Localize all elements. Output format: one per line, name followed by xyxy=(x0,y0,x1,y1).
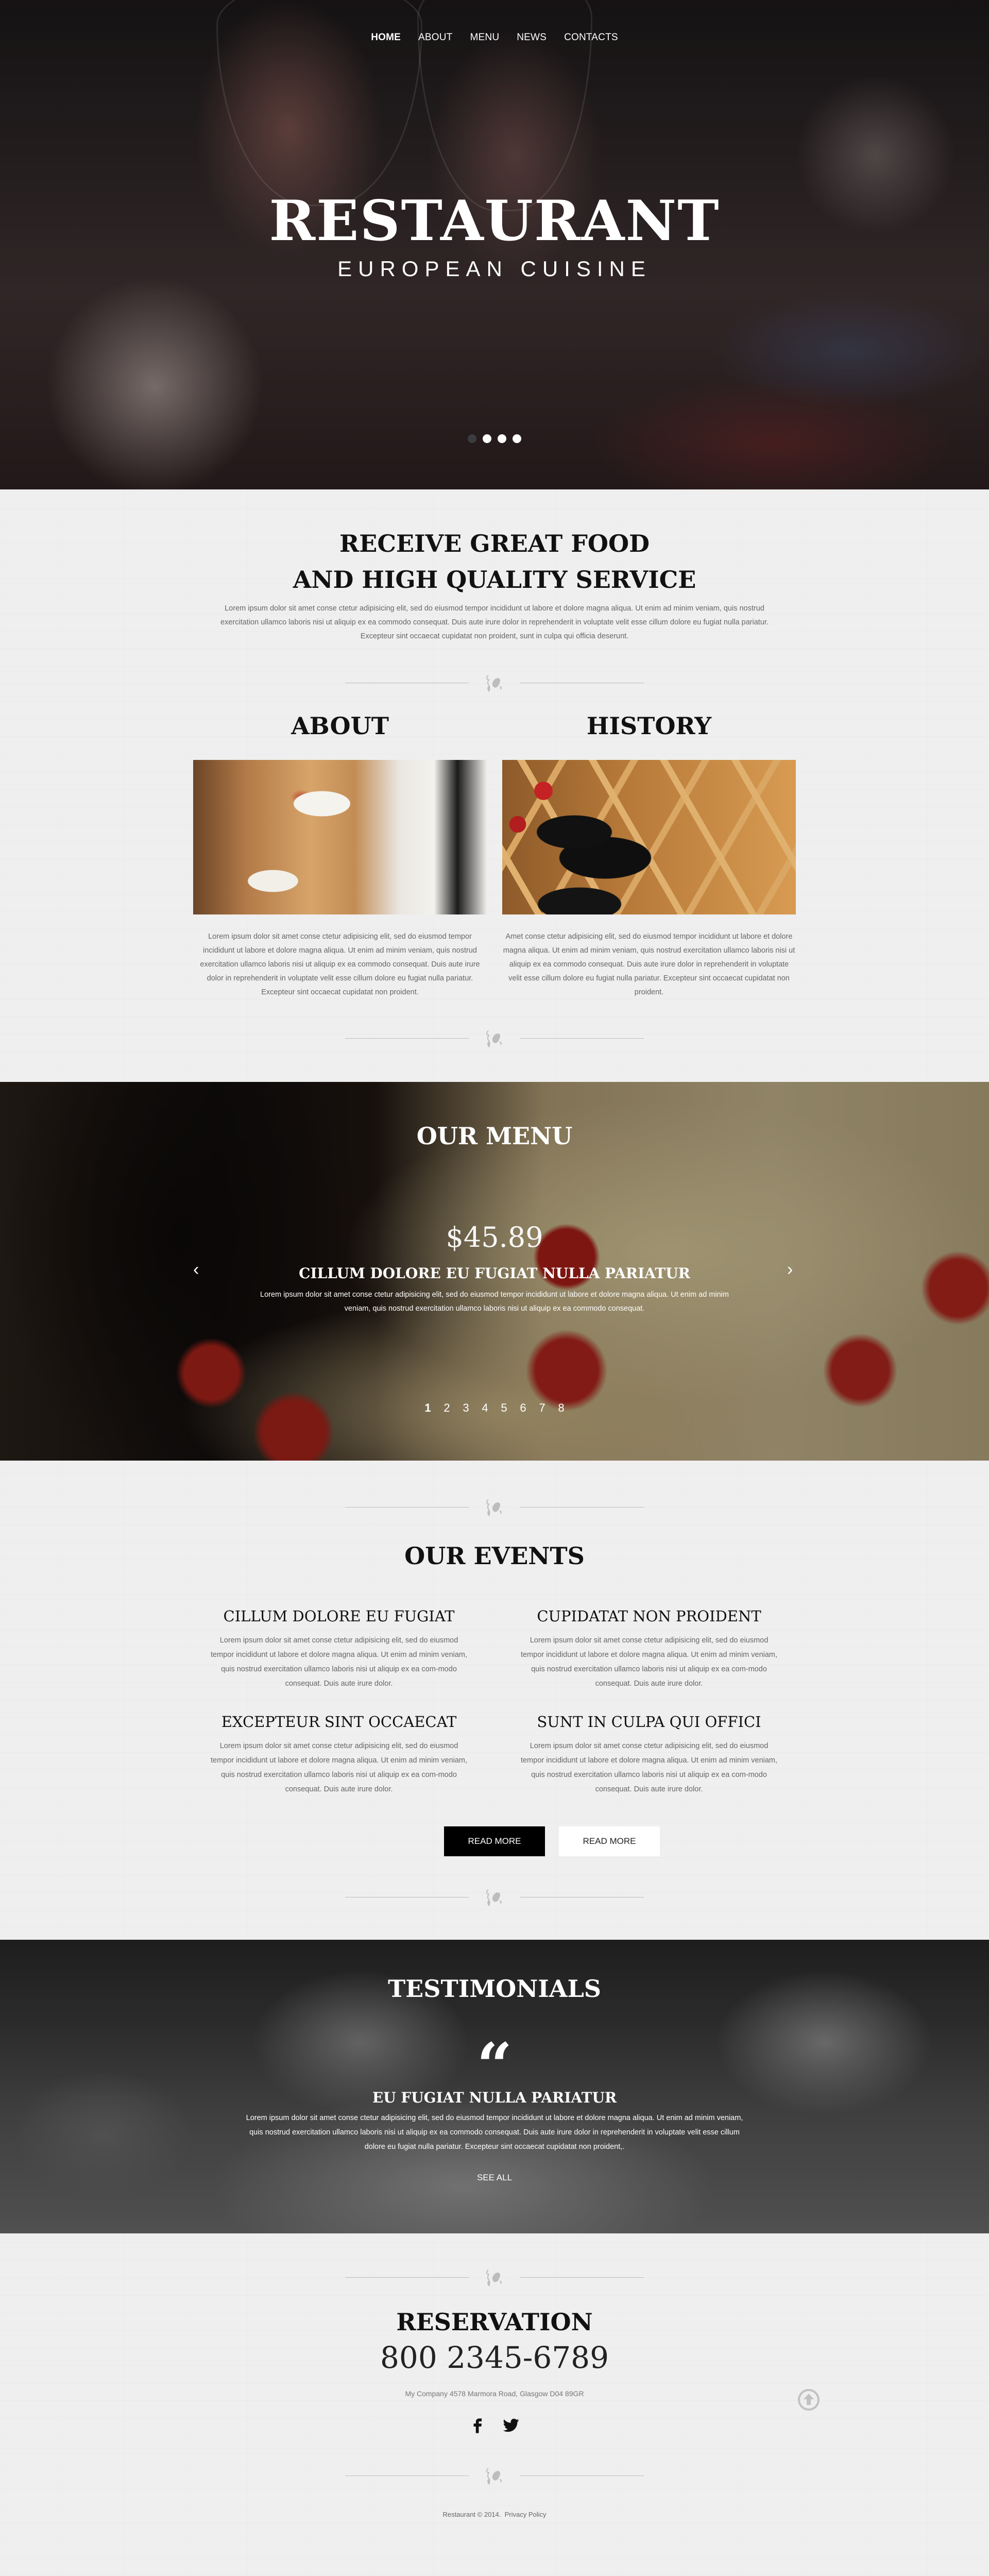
slider-pagination xyxy=(0,434,989,443)
menu-page-7[interactable]: 7 xyxy=(538,1401,547,1415)
menu-page-5[interactable]: 5 xyxy=(500,1401,509,1415)
footer: Restaurant © 2014. Privacy Policy xyxy=(0,2511,989,2518)
nav-item-about[interactable]: ABOUT xyxy=(410,32,461,43)
menu-pagination: 1 2 3 4 5 6 7 8 xyxy=(0,1401,989,1415)
reservation-title: RESERVATION xyxy=(396,2308,593,2336)
events-section: OUR EVENTS CILLUM DOLORE EU FUGIAT Lorem… xyxy=(0,1461,989,1940)
intro-title: RECEIVE GREAT FOOD AND HIGH QUALITY SERV… xyxy=(0,526,989,598)
nav-item-menu[interactable]: MENU xyxy=(462,32,508,43)
intro-section: RECEIVE GREAT FOOD AND HIGH QUALITY SERV… xyxy=(0,489,989,1082)
ornament-divider xyxy=(345,1887,644,1907)
intro-title-line1: RECEIVE GREAT FOOD xyxy=(339,530,650,557)
testimonials-title: TESTIMONIALS xyxy=(387,1975,602,2003)
footer-copyright: Restaurant © 2014. xyxy=(442,2511,501,2518)
menu-page-4[interactable]: 4 xyxy=(481,1401,490,1415)
menu-item-text: Lorem ipsum dolor sit amet conse ctetur … xyxy=(260,1291,729,1313)
history-text: Amet conse ctetur adipisicing elit, sed … xyxy=(503,933,795,996)
menu-page-3[interactable]: 3 xyxy=(462,1401,471,1415)
menu-slider: OUR MENU $45.89 ‹ › CILLUM DOLORE EU FUG… xyxy=(0,1082,989,1461)
about-title: ABOUT xyxy=(291,712,389,740)
privacy-policy-link[interactable]: Privacy Policy xyxy=(505,2511,547,2518)
menu-title: OUR MENU xyxy=(416,1122,573,1150)
hero-title: RESTAURANT xyxy=(269,189,720,253)
event-text: Lorem ipsum dolor sit amet conse ctetur … xyxy=(210,1636,468,1688)
menu-item-title: CILLUM DOLORE EU FUGIAT NULLA PARIATUR xyxy=(299,1265,690,1282)
read-more-button-secondary[interactable]: READ MORE xyxy=(559,1826,660,1856)
event-title: SUNT IN CULPA QUI OFFICI xyxy=(537,1713,761,1731)
hero-subtitle: EUROPEAN CUISINE xyxy=(337,257,652,281)
hero-slider: HOME ABOUT MENU NEWS CONTACTS RESTAURANT… xyxy=(0,0,989,489)
main-nav: HOME ABOUT MENU NEWS CONTACTS xyxy=(0,32,989,43)
nav-item-contacts[interactable]: CONTACTS xyxy=(555,32,627,43)
ornament-divider xyxy=(345,672,644,693)
read-more-button-primary[interactable]: READ MORE xyxy=(444,1826,545,1856)
nav-item-news[interactable]: NEWS xyxy=(508,32,555,43)
ornament-divider xyxy=(345,1497,644,1517)
reservation-phone[interactable]: 800 2345-6789 xyxy=(0,2340,989,2375)
reservation-address: My Company 4578 Marmora Road, Glasgow D0… xyxy=(405,2389,584,2398)
menu-item-price: $45.89 xyxy=(446,1221,543,1253)
event-item: CILLUM DOLORE EU FUGIAT Lorem ipsum dolo… xyxy=(210,1607,468,1691)
event-item: CUPIDATAT NON PROIDENT Lorem ipsum dolor… xyxy=(520,1607,778,1691)
quote-icon: “ xyxy=(476,2029,513,2102)
event-text: Lorem ipsum dolor sit amet conse ctetur … xyxy=(210,1742,468,1793)
events-title: OUR EVENTS xyxy=(404,1542,585,1570)
leaf-ornament-icon xyxy=(486,1499,502,1516)
event-title: CUPIDATAT NON PROIDENT xyxy=(537,1607,761,1625)
testimonials-section: TESTIMONIALS “ EU FUGIAT NULLA PARIATUR … xyxy=(0,1940,989,2233)
leaf-ornament-icon xyxy=(486,2468,502,2485)
see-all-link[interactable]: SEE ALL xyxy=(0,2173,989,2183)
leaf-ornament-icon xyxy=(486,2269,502,2286)
divider-line xyxy=(345,1038,469,1039)
divider-line xyxy=(520,1038,644,1039)
ornament-divider xyxy=(345,1028,644,1048)
slider-dot-3[interactable] xyxy=(498,434,506,443)
event-title: EXCEPTEUR SINT OCCAECAT xyxy=(221,1713,457,1731)
about-image xyxy=(193,760,487,914)
testimonial-text: Lorem ipsum dolor sit amet conse ctetur … xyxy=(246,2114,743,2151)
leaf-ornament-icon xyxy=(486,675,502,692)
intro-title-line2: AND HIGH QUALITY SERVICE xyxy=(293,566,696,594)
ornament-divider xyxy=(345,2465,644,2486)
nav-item-home[interactable]: HOME xyxy=(362,32,410,43)
ornament-divider xyxy=(345,2267,644,2287)
slider-dot-4[interactable] xyxy=(513,434,521,443)
facebook-icon[interactable] xyxy=(469,2416,487,2434)
event-title: CILLUM DOLORE EU FUGIAT xyxy=(223,1607,455,1625)
wine-glass-decor xyxy=(216,0,422,206)
leaf-ornament-icon xyxy=(486,1030,502,1047)
event-item: EXCEPTEUR SINT OCCAECAT Lorem ipsum dolo… xyxy=(210,1713,468,1797)
scroll-to-top-icon[interactable] xyxy=(797,2388,821,2412)
reservation-section: RESERVATION 800 2345-6789 My Company 457… xyxy=(0,2233,989,2576)
intro-text: Lorem ipsum dolor sit amet conse ctetur … xyxy=(220,604,769,640)
menu-page-8[interactable]: 8 xyxy=(557,1401,566,1415)
slider-dot-2[interactable] xyxy=(483,434,491,443)
social-links xyxy=(0,2416,989,2434)
testimonial-title: EU FUGIAT NULLA PARIATUR xyxy=(372,2089,617,2106)
twitter-icon[interactable] xyxy=(502,2416,520,2434)
about-text: Lorem ipsum dolor sit amet conse ctetur … xyxy=(200,933,480,996)
divider-line xyxy=(345,2277,469,2278)
menu-page-1[interactable]: 1 xyxy=(423,1401,433,1415)
history-title: HISTORY xyxy=(586,712,712,740)
menu-page-2[interactable]: 2 xyxy=(442,1401,452,1415)
menu-page-6[interactable]: 6 xyxy=(519,1401,528,1415)
leaf-ornament-icon xyxy=(486,1889,502,1906)
history-image xyxy=(502,760,796,914)
divider-line xyxy=(520,2277,644,2278)
slider-dot-1[interactable] xyxy=(468,434,476,443)
event-text: Lorem ipsum dolor sit amet conse ctetur … xyxy=(520,1636,778,1688)
event-item: SUNT IN CULPA QUI OFFICI Lorem ipsum dol… xyxy=(520,1713,778,1797)
event-text: Lorem ipsum dolor sit amet conse ctetur … xyxy=(520,1742,778,1793)
